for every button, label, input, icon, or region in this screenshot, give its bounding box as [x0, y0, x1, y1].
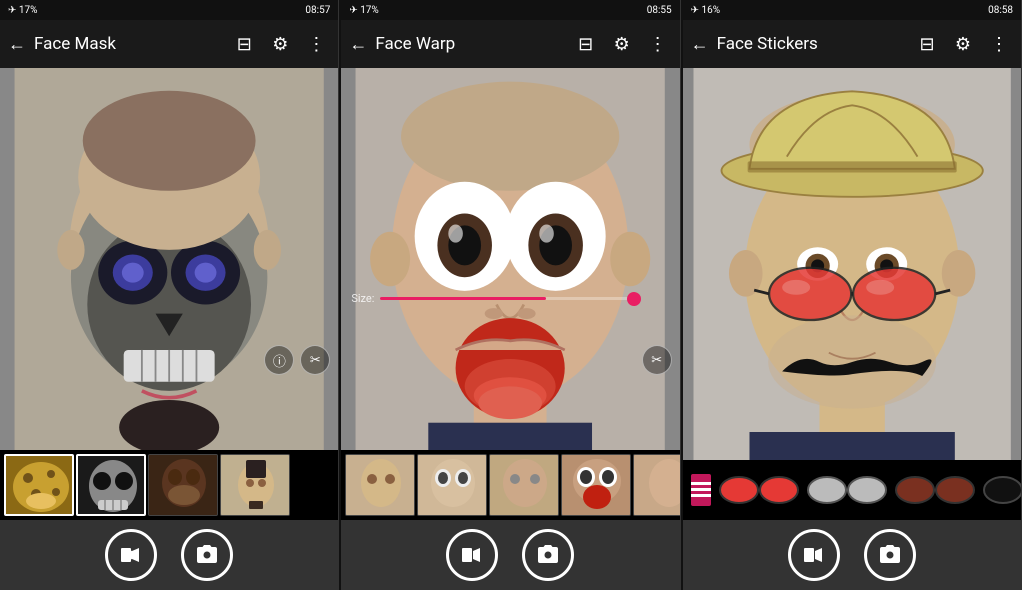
- gear-icon-3[interactable]: ⚙: [949, 34, 977, 55]
- status-time-1: 08:57: [305, 5, 330, 16]
- top-bar-3: ← Face Stickers ⊟ ⚙ ⋮: [683, 20, 1021, 68]
- status-bar-1: ✈ 17% 08:57: [0, 0, 338, 20]
- thumb-skull[interactable]: [76, 454, 146, 516]
- action-buttons-1: [0, 520, 338, 590]
- thumb-warp-4[interactable]: [561, 454, 631, 516]
- status-bar-3: ✈ 16% 08:58: [683, 0, 1021, 20]
- menu-icon-3[interactable]: ⋮: [985, 34, 1013, 55]
- back-button-3[interactable]: ←: [691, 34, 709, 55]
- menu-icon-2[interactable]: ⋮: [644, 34, 672, 55]
- overlay-icons-2: ✂: [642, 345, 672, 375]
- bookmark-icon-2[interactable]: ✂: [642, 345, 672, 375]
- thumb-lincoln[interactable]: [220, 454, 290, 516]
- status-time-3: 08:58: [988, 5, 1013, 16]
- title-face-stickers: Face Stickers: [717, 34, 905, 54]
- menu-icon-1[interactable]: ⋮: [302, 34, 330, 55]
- video-button-2[interactable]: [446, 529, 498, 581]
- panel-face-warp: ✈ 17% 08:55 ← Face Warp ⊟ ⚙ ⋮: [341, 0, 680, 590]
- thumb-ape[interactable]: [148, 454, 218, 516]
- thumb-warp-2[interactable]: [417, 454, 487, 516]
- camera-button-3[interactable]: [864, 529, 916, 581]
- video-button-3[interactable]: [788, 529, 840, 581]
- slider-track[interactable]: [380, 297, 634, 300]
- screen-icon-2[interactable]: ⊟: [572, 34, 600, 55]
- size-slider[interactable]: Size:: [351, 292, 634, 305]
- panel-face-stickers: ✈ 16% 08:58 ← Face Stickers ⊟ ⚙ ⋮: [683, 0, 1022, 590]
- top-bar-1: ← Face Mask ⊟ ⚙ ⋮: [0, 20, 338, 68]
- screen-icon-1[interactable]: ⊟: [230, 34, 258, 55]
- sticker-menu-button[interactable]: [691, 474, 711, 506]
- sticker-sunglasses-black[interactable]: [983, 468, 1022, 512]
- gear-icon-1[interactable]: ⚙: [266, 34, 294, 55]
- sticker-sunglasses-red[interactable]: [719, 468, 799, 512]
- action-buttons-2: [341, 520, 679, 590]
- sticker-bar-3: [683, 460, 1021, 520]
- bookmark-icon-1[interactable]: ✂: [300, 345, 330, 375]
- status-bar-2: ✈ 17% 08:55: [341, 0, 679, 20]
- slider-fill: [380, 297, 545, 300]
- thumb-warp-1[interactable]: [345, 454, 415, 516]
- camera-button-1[interactable]: [181, 529, 233, 581]
- thumbnail-strip-1: [0, 450, 338, 520]
- back-button-1[interactable]: ←: [8, 34, 26, 55]
- action-buttons-3: [683, 520, 1021, 590]
- face-warp-svg: [341, 68, 679, 450]
- screen-icon-3[interactable]: ⊟: [913, 34, 941, 55]
- thumb-warp-3[interactable]: [489, 454, 559, 516]
- camera-area-2: Size: ✂: [341, 68, 679, 450]
- status-signal-1: ✈ 17%: [8, 5, 37, 16]
- face-stickers-svg: [683, 68, 1021, 460]
- info-icon-1[interactable]: ⓘ: [264, 345, 294, 375]
- video-button-1[interactable]: [105, 529, 157, 581]
- thumbnail-strip-2: [341, 450, 679, 520]
- status-signal-2: ✈ 17%: [349, 5, 378, 16]
- camera-area-1: ⓘ ✂: [0, 68, 338, 450]
- camera-area-3: [683, 68, 1021, 460]
- thumb-warp-5[interactable]: [633, 454, 679, 516]
- title-face-warp: Face Warp: [375, 34, 563, 54]
- size-label: Size:: [351, 292, 374, 305]
- panel-face-mask: ✈ 17% 08:57 ← Face Mask ⊟ ⚙ ⋮: [0, 0, 339, 590]
- face-mask-svg: [0, 68, 338, 450]
- camera-button-2[interactable]: [522, 529, 574, 581]
- status-signal-3: ✈ 16%: [691, 5, 720, 16]
- thumb-leopard[interactable]: [4, 454, 74, 516]
- title-face-mask: Face Mask: [34, 34, 222, 54]
- overlay-icons-1: ⓘ ✂: [264, 345, 330, 375]
- slider-thumb[interactable]: [627, 292, 641, 306]
- sticker-sunglasses-brown[interactable]: [895, 468, 975, 512]
- gear-icon-2[interactable]: ⚙: [608, 34, 636, 55]
- top-bar-2: ← Face Warp ⊟ ⚙ ⋮: [341, 20, 679, 68]
- status-time-2: 08:55: [647, 5, 672, 16]
- sticker-sunglasses-gray[interactable]: [807, 468, 887, 512]
- back-button-2[interactable]: ←: [349, 34, 367, 55]
